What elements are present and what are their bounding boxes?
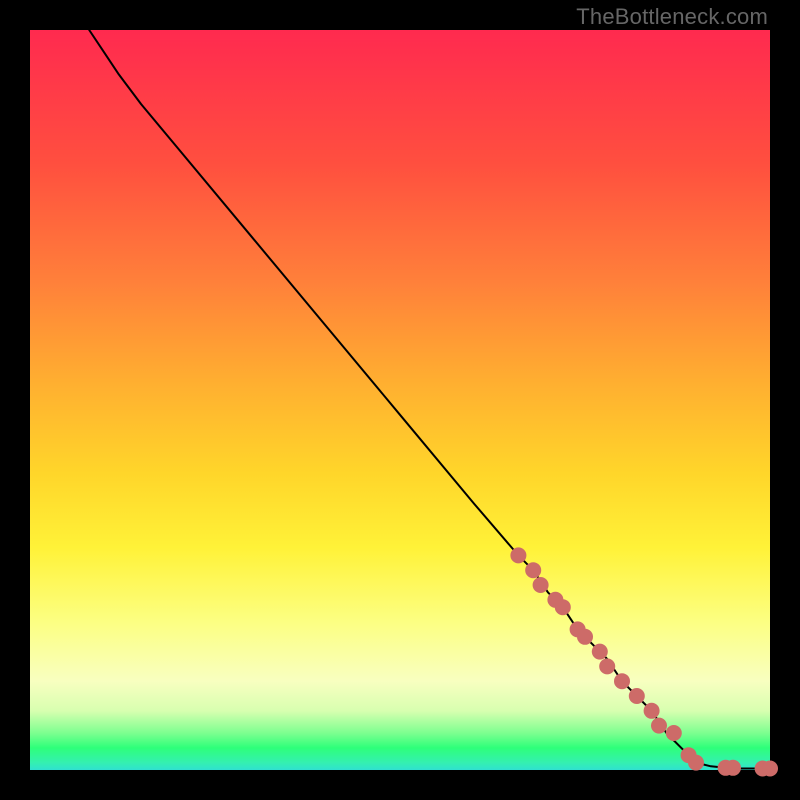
data-point-marker <box>577 629 593 645</box>
data-point-marker <box>510 547 526 563</box>
data-point-marker <box>762 761 778 777</box>
performance-curve <box>89 30 770 769</box>
data-point-marker <box>651 718 667 734</box>
data-point-marker <box>592 644 608 660</box>
data-point-marker <box>688 755 704 771</box>
data-point-marker <box>644 703 660 719</box>
marker-group <box>510 547 778 776</box>
watermark-text: TheBottleneck.com <box>576 4 768 30</box>
data-point-marker <box>599 658 615 674</box>
data-point-marker <box>725 760 741 776</box>
data-point-marker <box>614 673 630 689</box>
data-point-marker <box>629 688 645 704</box>
data-point-marker <box>666 725 682 741</box>
curve-layer <box>30 30 770 770</box>
data-point-marker <box>533 577 549 593</box>
chart-frame <box>30 30 770 770</box>
data-point-marker <box>555 599 571 615</box>
data-point-marker <box>525 562 541 578</box>
